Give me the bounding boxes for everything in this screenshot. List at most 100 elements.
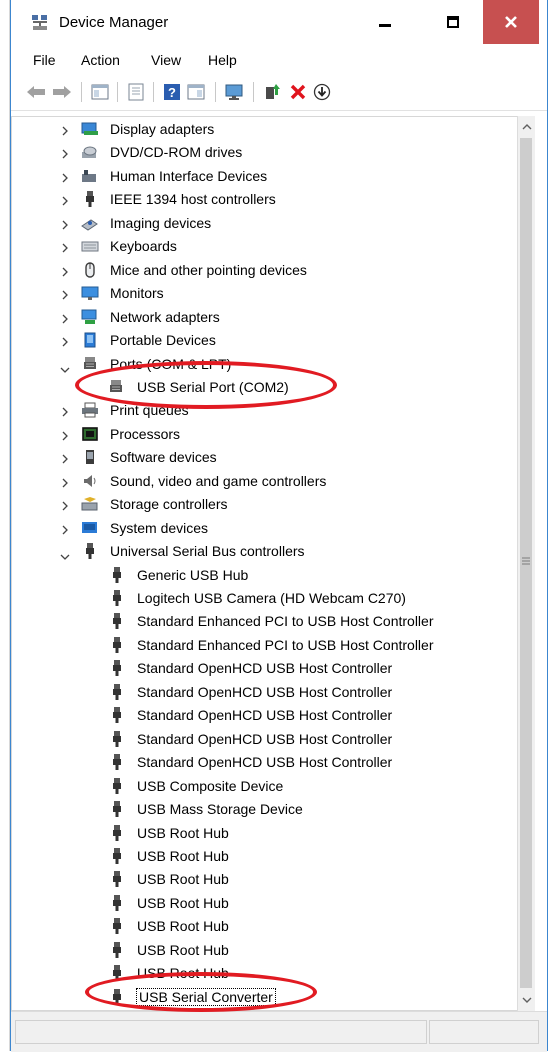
tree-item-usb-root-hub[interactable]: USB Root Hub	[12, 822, 517, 845]
chevron-right-icon[interactable]	[61, 405, 71, 417]
chevron-right-icon[interactable]	[61, 288, 71, 300]
back-button[interactable]	[25, 81, 47, 103]
menu-file[interactable]: File	[33, 52, 56, 68]
tree-category-software-devices[interactable]: Software devices	[12, 446, 517, 469]
chevron-right-icon[interactable]	[61, 499, 71, 511]
scroll-down-button[interactable]	[518, 991, 535, 1009]
chevron-right-icon[interactable]	[61, 147, 71, 159]
tree-item-standard-enhanced-pci-to-usb-host-controller[interactable]: Standard Enhanced PCI to USB Host Contro…	[12, 610, 517, 633]
down-arrow-circle-icon	[313, 83, 331, 101]
chevron-down-icon	[522, 997, 531, 1003]
tree-category-ports-com-lpt[interactable]: Ports (COM & LPT)	[12, 353, 517, 376]
usb-plug-icon	[108, 824, 126, 841]
status-cell-main	[15, 1020, 427, 1044]
device-tree[interactable]: Display adapters DVD/CD-ROM drives Human I…	[11, 116, 517, 1011]
tree-category-universal-serial-bus-controllers[interactable]: Universal Serial Bus controllers	[12, 540, 517, 563]
tree-category-print-queues[interactable]: Print queues	[12, 399, 517, 422]
menu-help[interactable]: Help	[208, 52, 237, 68]
tree-category-processors[interactable]: Processors	[12, 423, 517, 446]
tree-category-display-adapters[interactable]: Display adapters	[12, 118, 517, 141]
toolbar: ?	[11, 74, 547, 111]
forward-button[interactable]	[51, 81, 73, 103]
chevron-right-icon[interactable]	[61, 476, 71, 488]
uninstall-button[interactable]	[287, 81, 309, 103]
tree-category-portable-devices[interactable]: Portable Devices	[12, 329, 517, 352]
tree-item-usb-root-hub[interactable]: USB Root Hub	[12, 962, 517, 985]
grip-icon	[522, 557, 530, 565]
close-icon	[505, 16, 517, 28]
tree-item-standard-openhcd-usb-host-controller[interactable]: Standard OpenHCD USB Host Controller	[12, 704, 517, 727]
tree-category-human-interface-devices[interactable]: Human Interface Devices	[12, 165, 517, 188]
chevron-down-icon[interactable]	[59, 361, 70, 373]
chip-icon	[81, 426, 99, 442]
close-button[interactable]	[483, 0, 539, 44]
tree-item-usb-root-hub[interactable]: USB Root Hub	[12, 868, 517, 891]
menu-action[interactable]: Action	[81, 52, 120, 68]
tree-item-label: Sound, video and game controllers	[110, 472, 327, 489]
maximize-button[interactable]	[425, 0, 481, 44]
title-bar[interactable]: Device Manager	[11, 0, 547, 44]
tree-item-label: USB Root Hub	[137, 871, 229, 888]
tree-item-logitech-usb-camera-hd-webcam-c270[interactable]: Logitech USB Camera (HD Webcam C270)	[12, 587, 517, 610]
tree-category-keyboards[interactable]: Keyboards	[12, 235, 517, 258]
software-icon	[81, 449, 99, 465]
scan-hardware-button[interactable]	[223, 81, 245, 103]
help-button[interactable]: ?	[161, 81, 183, 103]
tree-item-label: USB Root Hub	[137, 847, 229, 864]
show-hide-console-tree-button[interactable]	[89, 81, 111, 103]
tree-item-label: USB Composite Device	[137, 777, 284, 794]
tree-category-storage-controllers[interactable]: Storage controllers	[12, 493, 517, 516]
minimize-button[interactable]	[357, 0, 413, 44]
tree-category-mice-and-other-pointing-devices[interactable]: Mice and other pointing devices	[12, 259, 517, 282]
tree-item-usb-root-hub[interactable]: USB Root Hub	[12, 915, 517, 938]
scroll-up-button[interactable]	[518, 118, 535, 136]
tree-item-usb-composite-device[interactable]: USB Composite Device	[12, 775, 517, 798]
chevron-right-icon[interactable]	[61, 241, 71, 253]
tree-category-system-devices[interactable]: System devices	[12, 517, 517, 540]
usb-plug-icon	[108, 754, 126, 771]
tree-item-usb-root-hub[interactable]: USB Root Hub	[12, 845, 517, 868]
enable-device-button[interactable]	[311, 81, 333, 103]
tree-item-usb-root-hub[interactable]: USB Root Hub	[12, 892, 517, 915]
tree-item-standard-openhcd-usb-host-controller[interactable]: Standard OpenHCD USB Host Controller	[12, 751, 517, 774]
background-window-edge	[0, 0, 10, 1051]
action-pane-button[interactable]	[185, 81, 207, 103]
update-driver-button[interactable]	[261, 81, 283, 103]
chevron-right-icon[interactable]	[61, 171, 71, 183]
tree-category-monitors[interactable]: Monitors	[12, 282, 517, 305]
tree-item-label: Imaging devices	[110, 214, 212, 231]
tree-item-usb-serial-port-com2[interactable]: USB Serial Port (COM2)	[12, 376, 517, 399]
chevron-right-icon[interactable]	[61, 429, 71, 441]
tree-category-dvd-cd-rom-drives[interactable]: DVD/CD-ROM drives	[12, 141, 517, 164]
tree-category-network-adapters[interactable]: Network adapters	[12, 306, 517, 329]
chevron-right-icon[interactable]	[61, 335, 71, 347]
chevron-right-icon[interactable]	[61, 312, 71, 324]
properties-button[interactable]	[125, 81, 147, 103]
tree-item-usb-root-hub[interactable]: USB Root Hub	[12, 939, 517, 962]
tree-item-label: IEEE 1394 host controllers	[110, 191, 276, 208]
tree-item-standard-openhcd-usb-host-controller[interactable]: Standard OpenHCD USB Host Controller	[12, 657, 517, 680]
chevron-right-icon[interactable]	[61, 523, 71, 535]
tree-item-generic-usb-hub[interactable]: Generic USB Hub	[12, 564, 517, 587]
chevron-right-icon[interactable]	[61, 124, 71, 136]
chevron-down-icon[interactable]	[59, 548, 70, 561]
tree-item-usb-mass-storage-device[interactable]: USB Mass Storage Device	[12, 798, 517, 821]
tree-item-label: Generic USB Hub	[137, 566, 249, 583]
vertical-scrollbar[interactable]	[517, 116, 535, 1011]
tree-item-standard-openhcd-usb-host-controller[interactable]: Standard OpenHCD USB Host Controller	[12, 681, 517, 704]
usb-plug-icon	[108, 613, 126, 630]
menu-bar: File Action View Help	[11, 44, 547, 74]
menu-view[interactable]: View	[151, 52, 181, 68]
tree-item-standard-openhcd-usb-host-controller[interactable]: Standard OpenHCD USB Host Controller	[12, 728, 517, 751]
tree-category-sound-video-and-game-controllers[interactable]: Sound, video and game controllers	[12, 470, 517, 493]
tree-item-standard-enhanced-pci-to-usb-host-controller[interactable]: Standard Enhanced PCI to USB Host Contro…	[12, 634, 517, 657]
chevron-right-icon[interactable]	[61, 218, 71, 230]
status-cell-secondary	[429, 1020, 539, 1044]
tree-category-ieee-1394-host-controllers[interactable]: IEEE 1394 host controllers	[12, 188, 517, 211]
tree-category-imaging-devices[interactable]: Imaging devices	[12, 212, 517, 235]
chevron-right-icon[interactable]	[61, 194, 71, 206]
scroll-thumb[interactable]	[520, 138, 532, 988]
chevron-right-icon[interactable]	[61, 452, 71, 464]
tree-item-usb-serial-converter[interactable]: USB Serial Converter	[12, 986, 517, 1009]
chevron-right-icon[interactable]	[61, 265, 71, 277]
